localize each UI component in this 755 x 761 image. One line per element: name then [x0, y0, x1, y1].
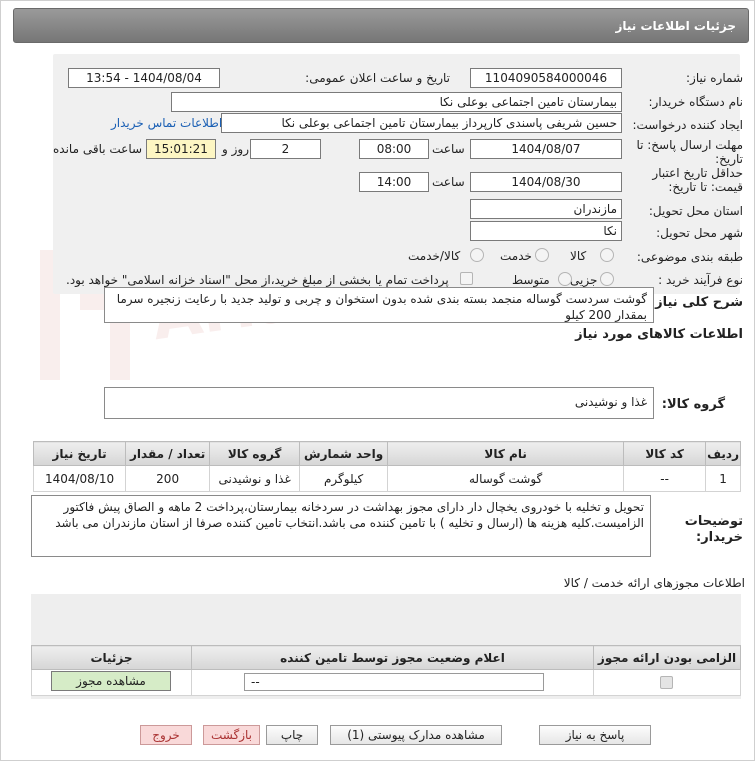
remaining-label: ساعت باقی مانده: [53, 142, 143, 156]
description-text: گوشت سردست گوساله منجمد بسته بندی شده بد…: [104, 287, 654, 323]
cell-need-date: 1404/08/10: [32, 465, 127, 492]
goods-table-header-row: ردیف کد کالا نام کالا واحد شمارش گروه کا…: [32, 441, 741, 466]
deadline-time-label: ساعت: [432, 142, 465, 156]
permit-required-checkbox: [660, 676, 673, 689]
days-field: 2: [250, 139, 321, 159]
process-radio-minor[interactable]: [600, 272, 614, 286]
cell-unit: کیلوگرم: [299, 465, 389, 492]
print-button[interactable]: چاپ: [266, 725, 318, 745]
cell-group: غذا و نوشیدنی: [209, 465, 301, 492]
view-permit-button[interactable]: مشاهده مجوز: [51, 671, 171, 691]
col-row-number: ردیف: [705, 441, 741, 466]
process-label: نوع فرآیند خرید :: [658, 273, 743, 287]
creator-field: حسین شریفی پاسندی کارپرداز بیمارستان تام…: [221, 113, 622, 133]
permit-status-select[interactable]: -- ▾: [244, 673, 544, 691]
category-radio-goods[interactable]: [600, 248, 614, 262]
buyer-org-label: نام دستگاه خریدار:: [648, 95, 744, 109]
goods-info-title: اطلاعات کالاهای مورد نیاز: [575, 327, 743, 342]
category-label: طبقه بندی موضوعی:: [636, 250, 743, 264]
reply-button[interactable]: پاسخ به نیاز: [539, 725, 651, 745]
page-title: جزئیات اطلاعات نیاز: [13, 8, 749, 43]
category-option-service: خدمت: [500, 249, 532, 263]
table-row: 1 -- گوشت گوساله کیلوگرم غذا و نوشیدنی 2…: [32, 465, 741, 492]
col-item-code: کد کالا: [623, 441, 707, 466]
province-field: مازندران: [470, 199, 622, 219]
creator-label: ایجاد کننده درخواست:: [632, 118, 743, 132]
cell-item-code: --: [623, 465, 707, 492]
col-item-name: نام کالا: [387, 441, 625, 466]
treasury-note: پرداخت تمام یا بخشی از مبلغ خرید،از محل …: [66, 273, 449, 287]
permits-title: اطلاعات مجوزهای ارائه خدمت / کالا: [563, 576, 745, 590]
validity-time-label: ساعت: [432, 175, 465, 189]
col-need-date: تاریخ نیاز: [32, 441, 127, 466]
col-permit-details: جزئیات: [31, 645, 192, 670]
buyer-notes-label: توضیحات خریدار:: [684, 514, 743, 545]
description-label: شرح کلی نیاز:: [649, 295, 743, 310]
need-number-label: شماره نیاز:: [686, 71, 743, 85]
col-permit-status: اعلام وضعیت مجوز توسط تامین کننده: [191, 645, 594, 670]
col-unit: واحد شمارش: [299, 441, 389, 466]
process-option-minor: جزیی: [570, 273, 598, 287]
category-option-goods-service: کالا/خدمت: [408, 249, 461, 263]
buyer-notes-text: تحویل و تخلیه با خودروی یخچال دار دارای …: [31, 495, 651, 557]
col-permit-required: الزامی بودن ارائه مجوز: [593, 645, 741, 670]
goods-group-field: غذا و نوشیدنی: [104, 387, 654, 419]
process-option-medium: متوسط: [512, 273, 550, 287]
permits-header-row: الزامی بودن ارائه مجوز اعلام وضعیت مجوز …: [31, 645, 741, 670]
cell-quantity: 200: [125, 465, 211, 492]
view-documents-button[interactable]: مشاهده مدارک پیوستی (1): [330, 725, 502, 745]
buyer-org-field: بیمارستان تامین اجتماعی بوعلی نکا: [171, 92, 622, 112]
process-radio-medium[interactable]: [558, 272, 572, 286]
permit-status-value: --: [251, 675, 260, 689]
treasury-checkbox[interactable]: [460, 272, 473, 285]
city-field: نکا: [470, 221, 622, 241]
remaining-time-field: 15:01:21: [146, 139, 216, 159]
col-group: گروه کالا: [209, 441, 301, 466]
exit-button[interactable]: خروج: [140, 725, 192, 745]
announce-field: 1404/08/04 - 13:54: [68, 68, 220, 88]
validity-label: حداقل تاریخ اعتبار قیمت: تا تاریخ:: [652, 166, 743, 194]
city-label: شهر محل تحویل:: [656, 226, 743, 240]
cell-row-number: 1: [705, 465, 741, 492]
cell-item-name: گوشت گوساله: [387, 465, 625, 492]
province-label: استان محل تحویل:: [648, 204, 743, 218]
category-option-goods: کالا: [570, 249, 587, 263]
deadline-label: مهلت ارسال پاسخ: تا تاریخ:: [636, 138, 743, 166]
announce-label: تاریخ و ساعت اعلان عمومی:: [305, 71, 450, 85]
col-quantity: تعداد / مقدار: [125, 441, 211, 466]
contact-buyer-link[interactable]: اطلاعات تماس خریدار: [111, 116, 222, 130]
category-radio-service[interactable]: [535, 248, 549, 262]
validity-date-field: 1404/08/30: [470, 172, 622, 192]
goods-table: ردیف کد کالا نام کالا واحد شمارش گروه کا…: [32, 441, 741, 492]
category-radio-goods-service[interactable]: [470, 248, 484, 262]
need-number-field: 1104090584000046: [470, 68, 622, 88]
days-label: روز و: [222, 142, 249, 156]
deadline-date-field: 1404/08/07: [470, 139, 622, 159]
back-button[interactable]: بازگشت: [203, 725, 260, 745]
cell-permit-required: [593, 669, 741, 696]
validity-time-field: 14:00: [359, 172, 429, 192]
deadline-time-field: 08:00: [359, 139, 429, 159]
goods-group-label: گروه کالا:: [661, 397, 725, 412]
